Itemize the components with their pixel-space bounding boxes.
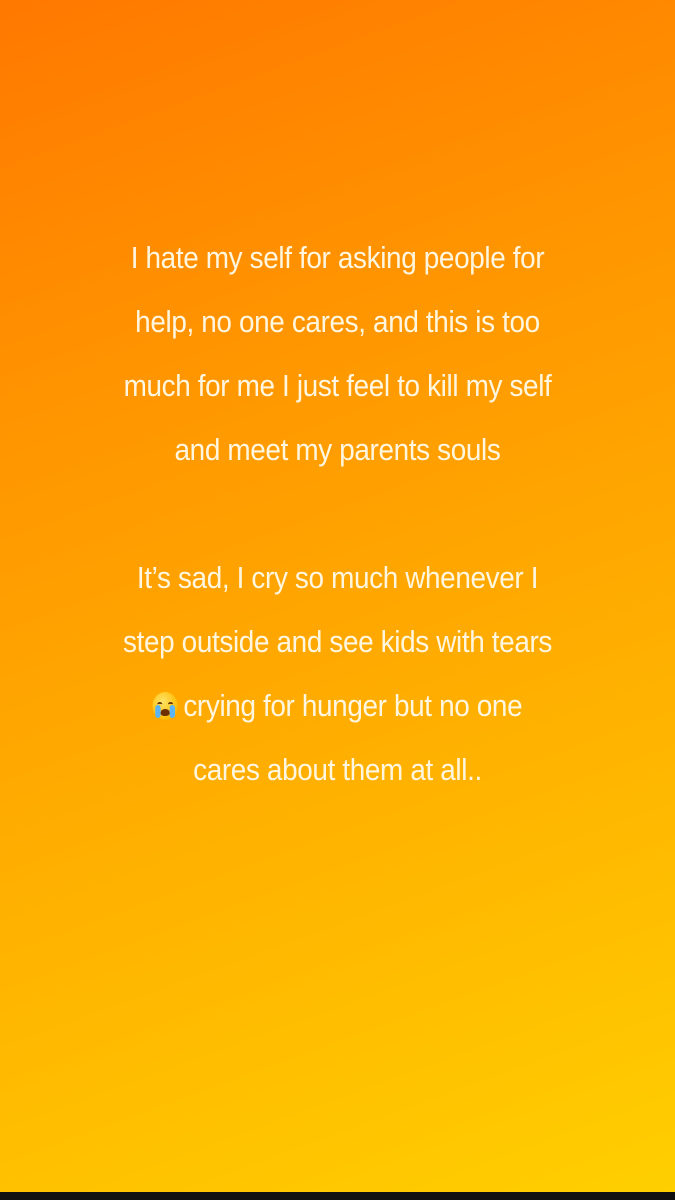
story-paragraph-1: I hate my self for asking people for hel… <box>59 226 616 482</box>
story-line: cares about them at all.. <box>193 752 482 787</box>
story-line: step outside and see kids with tears <box>122 624 553 659</box>
story-line-with-emoji: crying for hunger but no one <box>59 674 616 738</box>
bottom-bar <box>0 1192 675 1200</box>
loudly-crying-face-icon <box>152 692 178 720</box>
story-line: It’s sad, I cry so much whenever I <box>136 560 539 595</box>
story-line: I hate my self for asking people for <box>130 240 545 275</box>
story-canvas: I hate my self for asking people for hel… <box>0 0 675 1192</box>
story-line: and meet my parents souls <box>174 432 501 467</box>
story-line-text: crying for hunger but no one <box>183 688 523 723</box>
story-paragraph-2: It’s sad, I cry so much whenever I step … <box>59 546 616 802</box>
story-line: help, no one cares, and this is too <box>135 304 540 339</box>
story-line: much for me I just feel to kill my self <box>123 368 552 403</box>
